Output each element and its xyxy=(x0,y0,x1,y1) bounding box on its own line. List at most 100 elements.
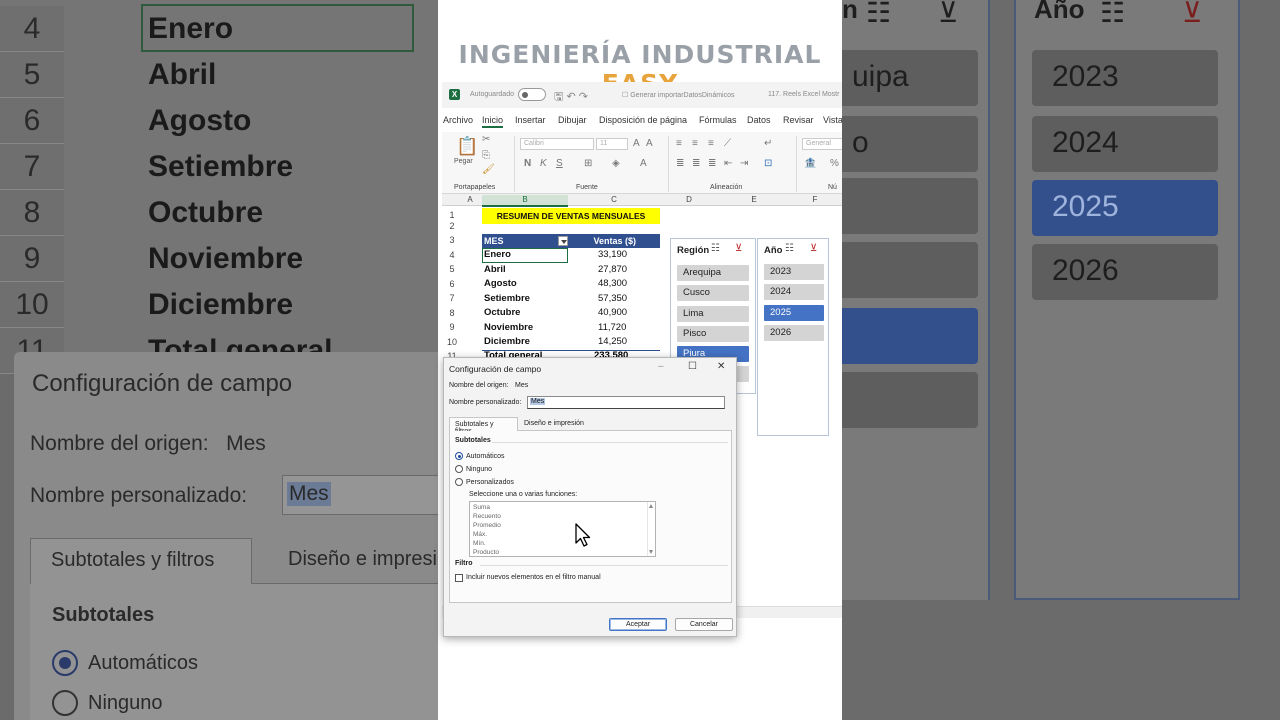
pivot-row[interactable]: Octubre 40,900 xyxy=(482,306,660,321)
radio-custom-label[interactable]: Personalizados xyxy=(466,479,514,486)
tab-subtotals-filters[interactable]: Subtotales y filtros xyxy=(449,417,518,435)
row-header[interactable]: 7 xyxy=(442,293,462,303)
radio-none-label[interactable]: Ninguno xyxy=(466,466,492,473)
font-name-box[interactable]: Calibri xyxy=(520,138,594,150)
cut-icon[interactable]: ✂ xyxy=(482,134,490,145)
clear-filter-icon[interactable]: ⊻ xyxy=(810,243,817,254)
row-header[interactable]: 6 xyxy=(442,279,462,289)
listbox-scrollbar[interactable] xyxy=(647,502,655,556)
column-header-b[interactable]: B xyxy=(482,195,568,207)
align-right-icon[interactable]: ≣ xyxy=(708,158,716,169)
pivot-row[interactable]: Noviembre 11,720 xyxy=(482,321,660,336)
autosave-toggle[interactable] xyxy=(518,88,546,101)
percent-icon[interactable]: % xyxy=(830,158,839,169)
radio-none[interactable] xyxy=(455,465,463,473)
column-header-e[interactable]: E xyxy=(726,195,782,204)
scroll-down-icon[interactable] xyxy=(649,550,653,554)
pivot-row[interactable]: Diciembre 14,250 xyxy=(482,335,660,350)
align-center-icon[interactable]: ≣ xyxy=(692,158,700,169)
function-item[interactable]: Máx. xyxy=(473,531,487,538)
column-header-a[interactable]: A xyxy=(462,195,478,204)
getpivotdata-checkbox[interactable]: ☐ Generar importarDatosDinámicos xyxy=(622,91,735,99)
font-color-icon[interactable]: A xyxy=(640,158,647,169)
minimize-icon[interactable]: – xyxy=(658,361,664,372)
format-painter-icon[interactable]: 🖌 xyxy=(482,164,495,175)
row-header[interactable]: 4 xyxy=(442,250,462,260)
slicer-item-pisco[interactable]: Pisco xyxy=(677,326,749,342)
multiselect-icon[interactable]: ☷ xyxy=(711,243,720,254)
multiselect-icon[interactable]: ☷ xyxy=(785,243,794,254)
include-new-items-label[interactable]: Incluir nuevos elementos en el filtro ma… xyxy=(466,574,601,581)
pivot-row[interactable]: Agosto 48,300 xyxy=(482,277,660,292)
shrink-font-icon[interactable]: A xyxy=(646,138,653,149)
clear-filter-icon[interactable]: ⊻ xyxy=(735,243,742,254)
slicer-item-2026[interactable]: 2026 xyxy=(764,325,824,341)
function-item[interactable]: Promedio xyxy=(473,522,501,529)
row-header[interactable]: 2 xyxy=(442,221,462,231)
tab-archivo[interactable]: Archivo xyxy=(443,115,473,125)
borders-icon[interactable]: ⊞ xyxy=(584,158,592,169)
radio-automatic[interactable] xyxy=(455,452,463,460)
row-header[interactable]: 3 xyxy=(442,235,462,245)
slicer-item-2023[interactable]: 2023 xyxy=(764,264,824,280)
paste-icon[interactable]: 📋 xyxy=(456,136,478,157)
align-top-icon[interactable]: ≡ xyxy=(676,138,682,149)
merge-center-icon[interactable]: ⊡ xyxy=(764,158,772,169)
copy-icon[interactable]: ⎘ xyxy=(482,150,490,161)
column-header-c[interactable]: C xyxy=(568,195,660,204)
align-left-icon[interactable]: ≣ xyxy=(676,158,684,169)
slicer-item-arequipa[interactable]: Arequipa xyxy=(677,265,749,281)
cancel-button[interactable]: Cancelar xyxy=(675,618,733,631)
function-item[interactable]: Producto xyxy=(473,549,499,556)
fill-color-icon[interactable]: ◈ xyxy=(612,158,620,169)
underline-icon[interactable]: S xyxy=(556,158,563,169)
radio-automatic-label[interactable]: Automáticos xyxy=(466,453,505,460)
row-header[interactable]: 8 xyxy=(442,308,462,318)
function-item[interactable]: Mín. xyxy=(473,540,486,547)
tab-formulas[interactable]: Fórmulas xyxy=(699,115,737,125)
tab-vista[interactable]: Vista xyxy=(823,115,842,125)
pivot-row[interactable]: Setiembre 57,350 xyxy=(482,292,660,307)
tab-revisar[interactable]: Revisar xyxy=(783,115,814,125)
increase-indent-icon[interactable]: ⇥ xyxy=(740,158,748,169)
column-header-f[interactable]: F xyxy=(788,195,842,204)
filter-dropdown-icon[interactable] xyxy=(558,236,568,246)
decrease-indent-icon[interactable]: ⇤ xyxy=(724,158,732,169)
bold-icon[interactable]: N xyxy=(524,158,531,169)
tab-inicio[interactable]: Inicio xyxy=(482,115,504,128)
function-item[interactable]: Recuento xyxy=(473,513,501,520)
report-title[interactable]: RESUMEN DE VENTAS MENSUALES xyxy=(482,208,660,224)
align-middle-icon[interactable]: ≡ xyxy=(692,138,698,149)
undo-icon[interactable]: ↶ xyxy=(566,91,575,103)
slicer-item-2024[interactable]: 2024 xyxy=(764,284,824,300)
scroll-up-icon[interactable] xyxy=(649,504,653,508)
wrap-text-icon[interactable]: ↵ xyxy=(764,138,772,149)
tab-layout-print[interactable]: Diseño e impresión xyxy=(524,420,584,427)
include-new-items-checkbox[interactable] xyxy=(455,574,463,582)
tab-dibujar[interactable]: Dibujar xyxy=(558,115,587,125)
maximize-icon[interactable]: ☐ xyxy=(688,361,697,372)
tab-disposicion[interactable]: Disposición de página xyxy=(599,115,687,125)
radio-custom[interactable] xyxy=(455,478,463,486)
slicer-item-lima[interactable]: Lima xyxy=(677,306,749,322)
save-icon[interactable]: 🖫 xyxy=(554,91,563,103)
row-header[interactable]: 5 xyxy=(442,264,462,274)
grow-font-icon[interactable]: A xyxy=(633,138,640,149)
custom-name-input[interactable]: Mes xyxy=(527,396,725,409)
number-format-box[interactable]: General xyxy=(802,138,842,150)
tab-insertar[interactable]: Insertar xyxy=(515,115,546,125)
function-item[interactable]: Suma xyxy=(473,504,490,511)
pivot-col-month[interactable]: MES xyxy=(484,236,504,246)
align-bottom-icon[interactable]: ≡ xyxy=(708,138,714,149)
accounting-format-icon[interactable]: 🏦 xyxy=(804,158,816,169)
functions-listbox[interactable]: Suma Recuento Promedio Máx. Mín. Product… xyxy=(469,501,656,557)
slicer-item-2025[interactable]: 2025 xyxy=(764,305,824,321)
redo-icon[interactable]: ↷ xyxy=(579,91,588,103)
orientation-icon[interactable]: ⟋ xyxy=(724,138,731,149)
column-header-d[interactable]: D xyxy=(664,195,714,204)
pivot-col-sales[interactable]: Ventas ($) xyxy=(593,236,636,246)
close-icon[interactable]: ✕ xyxy=(717,361,725,372)
font-size-box[interactable]: 11 xyxy=(596,138,628,150)
tab-datos[interactable]: Datos xyxy=(747,115,771,125)
row-header[interactable]: 10 xyxy=(442,337,462,347)
